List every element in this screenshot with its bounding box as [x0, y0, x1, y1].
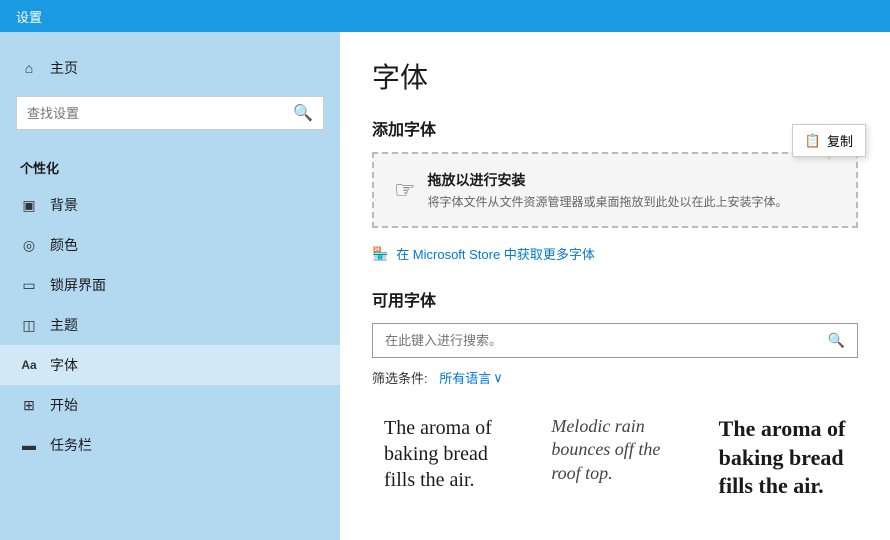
filter-row: 筛选条件: 所有语言 ∨ [372, 368, 858, 387]
sidebar-item-lockscreen-label: 锁屏界面 [50, 275, 106, 295]
sidebar-item-home[interactable]: ⌂ 主页 [0, 48, 340, 88]
filter-label: 筛选条件: [372, 368, 428, 387]
font-preview-1-text: The aroma of baking bread fills the air. [384, 415, 511, 493]
start-icon: ⊞ [20, 396, 38, 414]
lockscreen-icon: ▭ [20, 276, 38, 294]
font-preview-1[interactable]: The aroma of baking bread fills the air. [372, 403, 523, 513]
sidebar-search-box[interactable]: 🔍 [16, 96, 324, 130]
sidebar-search-input[interactable] [27, 106, 285, 121]
sidebar-item-background-label: 背景 [50, 195, 78, 215]
copy-icon: 📋 [805, 133, 821, 149]
sidebar-item-taskbar[interactable]: ▬ 任务栏 [0, 425, 340, 465]
font-preview-2-text: Melodic rain bounces off the roof top. [551, 415, 678, 485]
top-bar-title: 设置 [16, 7, 42, 26]
sidebar-item-start[interactable]: ⊞ 开始 [0, 385, 340, 425]
colors-icon: ◎ [20, 236, 38, 254]
sidebar-item-themes-label: 主题 [50, 315, 78, 335]
drop-cursor-icon: ☞ [394, 176, 416, 205]
font-preview-2[interactable]: Melodic rain bounces off the roof top. [539, 403, 690, 513]
page-title: 字体 [372, 56, 858, 96]
content-area: 字体 添加字体 ☞ 拖放以进行安装 将字体文件从文件资源管理器或桌面拖放到此处以… [340, 32, 890, 540]
copy-tooltip-text: 复制 [827, 131, 853, 150]
top-bar: 设置 [0, 0, 890, 32]
sidebar-item-fonts-label: 字体 [50, 355, 78, 375]
store-icon: 🏪 [372, 246, 388, 262]
add-fonts-title: 添加字体 [372, 116, 858, 140]
drop-zone-sub-text: 将字体文件从文件资源管理器或桌面拖放到此处以在此上安装字体。 [428, 193, 836, 210]
sidebar-search-icon: 🔍 [293, 103, 313, 123]
drop-zone-main-text: 拖放以进行安装 [428, 170, 836, 190]
sidebar-section-title: 个性化 [0, 146, 340, 185]
taskbar-icon: ▬ [20, 436, 38, 454]
available-fonts-title: 可用字体 [372, 287, 858, 311]
font-preview-3-text: The aroma of baking bread fills the air. [719, 415, 846, 501]
drop-zone[interactable]: ☞ 拖放以进行安装 将字体文件从文件资源管理器或桌面拖放到此处以在此上安装字体。… [372, 152, 858, 228]
themes-icon: ◫ [20, 316, 38, 334]
sidebar-item-colors[interactable]: ◎ 颜色 [0, 225, 340, 265]
sidebar: ⌂ 主页 🔍 个性化 ▣ 背景 ◎ 颜色 ▭ 锁屏界面 ◫ 主题 Aa [0, 32, 340, 540]
filter-value-text: 所有语言 [439, 368, 491, 387]
drop-zone-text: 拖放以进行安装 将字体文件从文件资源管理器或桌面拖放到此处以在此上安装字体。 [428, 170, 836, 210]
chevron-down-icon: ∨ [493, 370, 503, 386]
sidebar-item-start-label: 开始 [50, 395, 78, 415]
font-search-box[interactable]: 🔍 [372, 323, 858, 358]
sidebar-item-themes[interactable]: ◫ 主题 [0, 305, 340, 345]
font-preview-3[interactable]: The aroma of baking bread fills the air. [707, 403, 858, 513]
font-search-icon: 🔍 [828, 332, 845, 349]
store-link[interactable]: 🏪 在 Microsoft Store 中获取更多字体 [372, 244, 858, 263]
store-link-text: 在 Microsoft Store 中获取更多字体 [396, 244, 595, 263]
home-icon: ⌂ [20, 59, 38, 77]
main-area: ⌂ 主页 🔍 个性化 ▣ 背景 ◎ 颜色 ▭ 锁屏界面 ◫ 主题 Aa [0, 32, 890, 540]
font-search-input[interactable] [385, 333, 820, 348]
font-preview-grid: The aroma of baking bread fills the air.… [372, 403, 858, 513]
copy-tooltip: 📋 复制 [792, 124, 866, 157]
fonts-icon: Aa [20, 356, 38, 374]
sidebar-item-fonts[interactable]: Aa 字体 [0, 345, 340, 385]
sidebar-item-colors-label: 颜色 [50, 235, 78, 255]
filter-value-link[interactable]: 所有语言 ∨ [439, 368, 503, 387]
sidebar-item-lockscreen[interactable]: ▭ 锁屏界面 [0, 265, 340, 305]
background-icon: ▣ [20, 196, 38, 214]
sidebar-item-taskbar-label: 任务栏 [50, 435, 92, 455]
sidebar-item-background[interactable]: ▣ 背景 [0, 185, 340, 225]
sidebar-item-home-label: 主页 [50, 58, 78, 78]
